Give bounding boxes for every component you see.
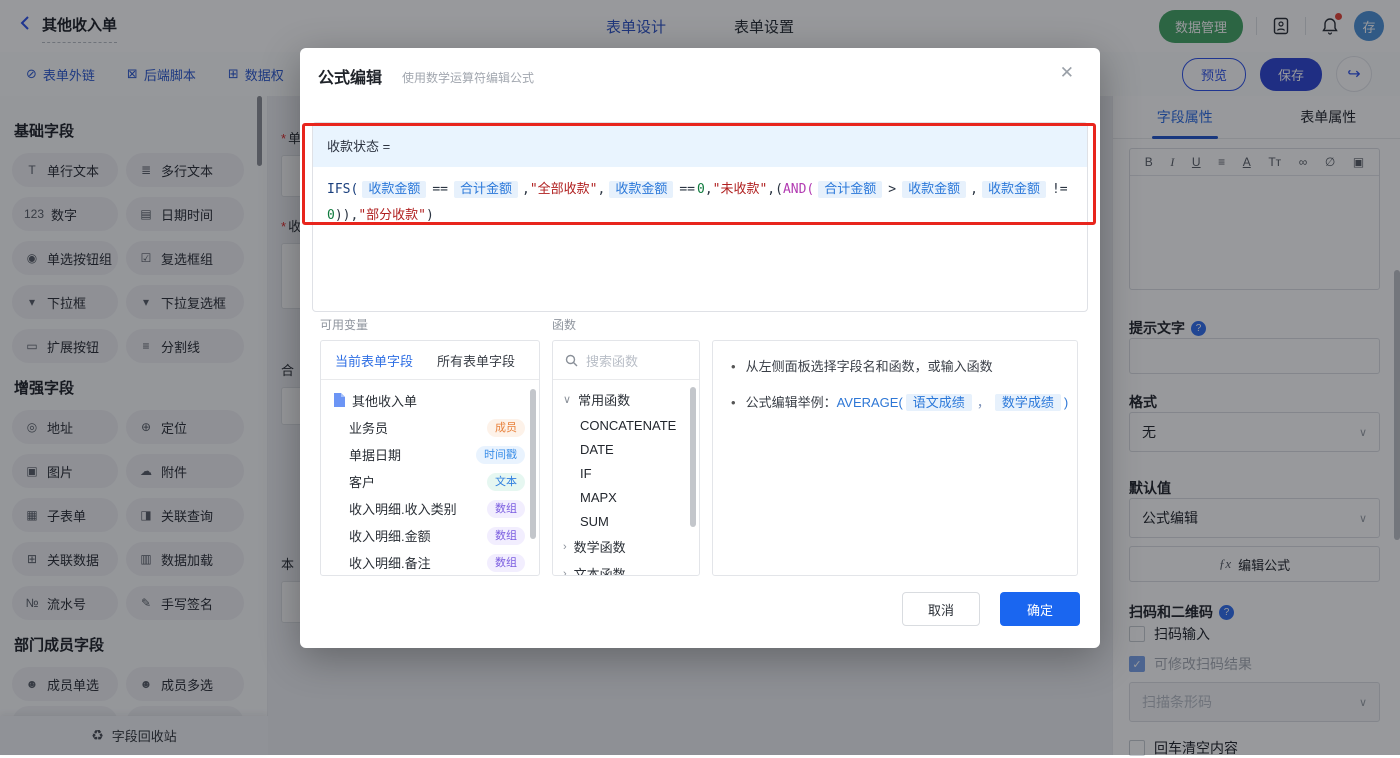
chevron-right-icon: › bbox=[563, 568, 567, 577]
formula-text: == bbox=[432, 182, 448, 197]
cancel-button[interactable]: 取消 bbox=[902, 592, 980, 626]
functions-scrollbar[interactable] bbox=[690, 387, 696, 527]
field-token: 收款金额 bbox=[982, 181, 1046, 198]
formula-text: , bbox=[597, 182, 605, 197]
variables-label: 可用变量 bbox=[320, 316, 368, 333]
field-token: 收款金额 bbox=[902, 181, 966, 198]
formula-edit-dialog: 公式编辑 使用数学运算符编辑公式 ✕ 收款状态 = IFS( 收款金额 == 合计金额… bbox=[300, 48, 1100, 648]
formula-text: ,( bbox=[767, 182, 783, 197]
type-badge: 文本 bbox=[487, 473, 525, 491]
formula-text: != bbox=[1052, 182, 1068, 197]
variables-scrollbar[interactable] bbox=[530, 389, 536, 539]
tip-line-2: • 公式编辑举例：AVERAGE(语文成绩，数学成绩) bbox=[731, 393, 1077, 413]
variable-row[interactable]: 收入明细.金额数组 bbox=[321, 522, 539, 549]
search-icon bbox=[565, 354, 578, 367]
formula-text: == bbox=[679, 182, 695, 197]
formula-text: ) bbox=[426, 208, 434, 223]
function-search-input[interactable]: 搜索函数 bbox=[553, 341, 699, 380]
formula-editor[interactable]: 收款状态 = IFS(收款金额==合计金额,"全部收款",收款金额==0,"未收… bbox=[312, 122, 1088, 312]
type-badge: 数组 bbox=[487, 527, 525, 545]
formula-text: IFS( bbox=[327, 182, 358, 197]
function-list: ∨常用函数CONCATENATEDATEIFMAPXSUM›数学函数›文本函数 bbox=[553, 380, 699, 576]
function-group[interactable]: ›数学函数 bbox=[553, 533, 699, 560]
example-field-token: 数学成绩 bbox=[995, 394, 1061, 411]
tips-panel: •从左侧面板选择字段名和函数，或输入函数 • 公式编辑举例：AVERAGE(语文… bbox=[712, 340, 1078, 576]
formula-text: AND( bbox=[783, 182, 814, 197]
type-badge: 成员 bbox=[487, 419, 525, 437]
formula-text: "未收款" bbox=[713, 182, 768, 197]
chevron-right-icon: › bbox=[563, 541, 567, 553]
variables-tabs: 当前表单字段 所有表单字段 bbox=[321, 341, 539, 380]
variable-row[interactable]: 业务员成员 bbox=[321, 414, 539, 441]
type-badge: 时间戳 bbox=[476, 446, 525, 464]
confirm-button[interactable]: 确定 bbox=[1000, 592, 1080, 626]
function-item[interactable]: SUM bbox=[553, 509, 699, 533]
form-root-node[interactable]: 其他收入单 bbox=[321, 386, 539, 414]
bullet: • bbox=[731, 357, 736, 377]
function-item[interactable]: MAPX bbox=[553, 485, 699, 509]
field-token: 合计金额 bbox=[454, 181, 518, 198]
dialog-title: 公式编辑 bbox=[318, 64, 382, 88]
close-icon[interactable]: ✕ bbox=[1060, 63, 1074, 83]
function-item[interactable]: DATE bbox=[553, 437, 699, 461]
formula-expression: IFS(收款金额==合计金额,"全部收款",收款金额==0,"未收款",(AND… bbox=[313, 167, 1087, 239]
variable-row[interactable]: 客户文本 bbox=[321, 468, 539, 495]
formula-text: "全部收款" bbox=[530, 182, 598, 197]
formula-target: 收款状态 = bbox=[313, 123, 1087, 167]
type-badge: 数组 bbox=[487, 500, 525, 518]
formula-text: , bbox=[705, 182, 713, 197]
variable-row[interactable]: 单据日期时间戳 bbox=[321, 441, 539, 468]
formula-text: , bbox=[522, 182, 530, 197]
formula-text: "部分收款" bbox=[358, 208, 426, 223]
function-item[interactable]: CONCATENATE bbox=[553, 413, 699, 437]
variable-row[interactable]: 收入明细.备注数组 bbox=[321, 549, 539, 576]
variables-panel: 当前表单字段所有表单字段 其他收入单 业务员成员单据日期时间戳客户文本收入明细.… bbox=[320, 340, 540, 576]
chevron-down-icon: ∨ bbox=[563, 393, 571, 406]
function-item[interactable]: IF bbox=[553, 461, 699, 485]
variables-tab[interactable]: 所有表单字段 bbox=[437, 351, 515, 370]
function-group[interactable]: ›文本函数 bbox=[553, 560, 699, 576]
functions-label: 函数 bbox=[552, 316, 576, 333]
bullet: • bbox=[731, 393, 736, 413]
field-token: 收款金额 bbox=[362, 181, 426, 198]
document-icon bbox=[333, 393, 345, 407]
app: 其他收入单 表单设计表单设置 数据管理 存 ⊘表单外链⊠后端脚本⊞数据权 预览 … bbox=[0, 0, 1400, 755]
formula-text: > bbox=[888, 182, 896, 197]
tip-line-1: •从左侧面板选择字段名和函数，或输入函数 bbox=[731, 357, 1077, 377]
example-field-token: 语文成绩 bbox=[906, 394, 972, 411]
functions-panel: 搜索函数 ∨常用函数CONCATENATEDATEIFMAPXSUM›数学函数›… bbox=[552, 340, 700, 576]
variables-tab[interactable]: 当前表单字段 bbox=[335, 351, 413, 370]
type-badge: 数组 bbox=[487, 554, 525, 572]
formula-text: , bbox=[970, 182, 978, 197]
variable-row[interactable]: 收入明细.收入类别数组 bbox=[321, 495, 539, 522]
variables-list: 业务员成员单据日期时间戳客户文本收入明细.收入类别数组收入明细.金额数组收入明细… bbox=[321, 414, 539, 576]
dialog-subtitle: 使用数学运算符编辑公式 bbox=[402, 69, 534, 86]
field-token: 收款金额 bbox=[609, 181, 673, 198]
formula-text: 0 bbox=[697, 182, 705, 197]
function-group[interactable]: ∨常用函数 bbox=[553, 386, 699, 413]
field-token: 合计金额 bbox=[818, 181, 882, 198]
formula-text: 0 bbox=[327, 208, 335, 223]
formula-text: )), bbox=[335, 208, 358, 223]
